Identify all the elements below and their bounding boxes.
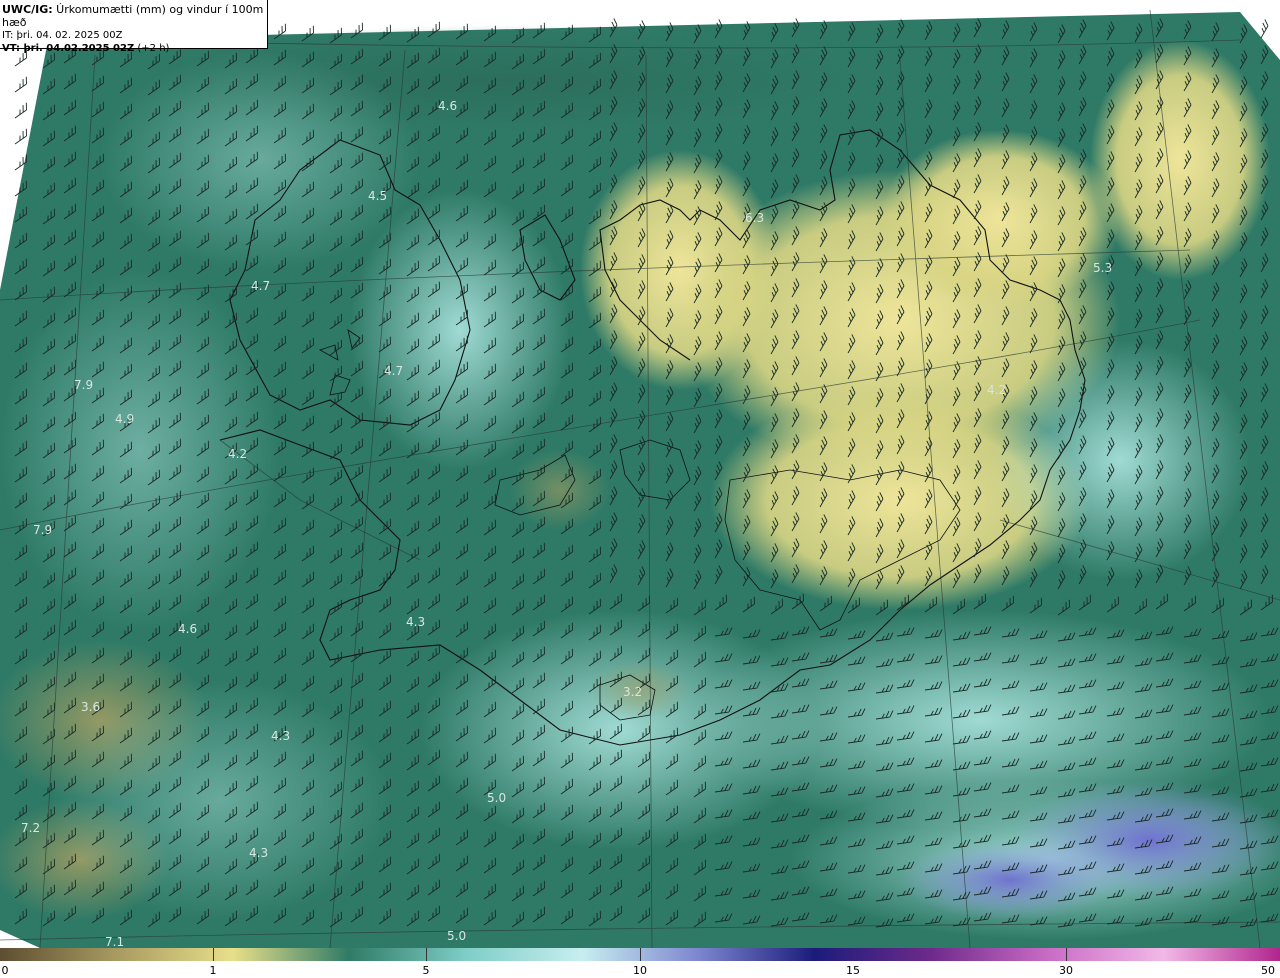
value-label: 6.3 [745,211,764,225]
header-line-2: IT: þri. 04. 02. 2025 00Z [2,30,123,41]
value-label: 4.3 [406,615,425,629]
value-label: 5.0 [447,929,466,943]
colorbar-tick: 10 [633,964,647,977]
map-header: UWC/IG: Úrkomumætti (mm) og vindur í 100… [0,0,268,54]
colorbar-tickmark [213,948,214,961]
value-label: 4.7 [251,279,270,293]
value-label: 7.2 [21,821,40,835]
header-line-3: VT: þri. 04.02.2025 02Z (+2 h) [2,43,170,54]
colorbar-tick: 50 [1261,964,1275,977]
colorbar-tick: 0 [1,964,9,977]
value-label: 4.3 [249,846,268,860]
value-label: 5.0 [487,791,506,805]
colorbar-tick: 5 [422,964,430,977]
colorbar-tick: 30 [1059,964,1073,977]
value-label: 4.2 [228,447,247,461]
value-label: 3.2 [623,685,642,699]
value-label: 7.9 [74,378,93,392]
value-label: 4.2 [987,383,1006,397]
colorbar-tickmark [640,948,641,961]
colorbar: 0 1 5 10 15 30 50 [0,948,1280,978]
value-label: 3.6 [81,700,100,714]
value-label: 7.1 [105,935,124,948]
value-label: 5.3 [1093,261,1112,275]
value-label: 4.3 [271,729,290,743]
value-label: 4.6 [178,622,197,636]
header-line-1: UWC/IG: Úrkomumætti (mm) og vindur í 100… [2,3,264,29]
colorbar-tickmark [426,948,427,961]
colorbar-tick: 1 [209,964,217,977]
colorbar-tickmark [1066,948,1067,961]
colorbar-tick: 15 [846,964,860,977]
value-label: 7.9 [33,523,52,537]
precipitation-wind-map: 4.6 4.5 6.3 5.3 4.7 4.7 7.9 4.9 4.2 4.2 … [0,0,1280,948]
value-label: 4.9 [115,412,134,426]
colorbar-tickmark [853,948,854,961]
value-label: 4.5 [368,189,387,203]
value-label: 4.7 [384,364,403,378]
value-label: 4.6 [438,99,457,113]
